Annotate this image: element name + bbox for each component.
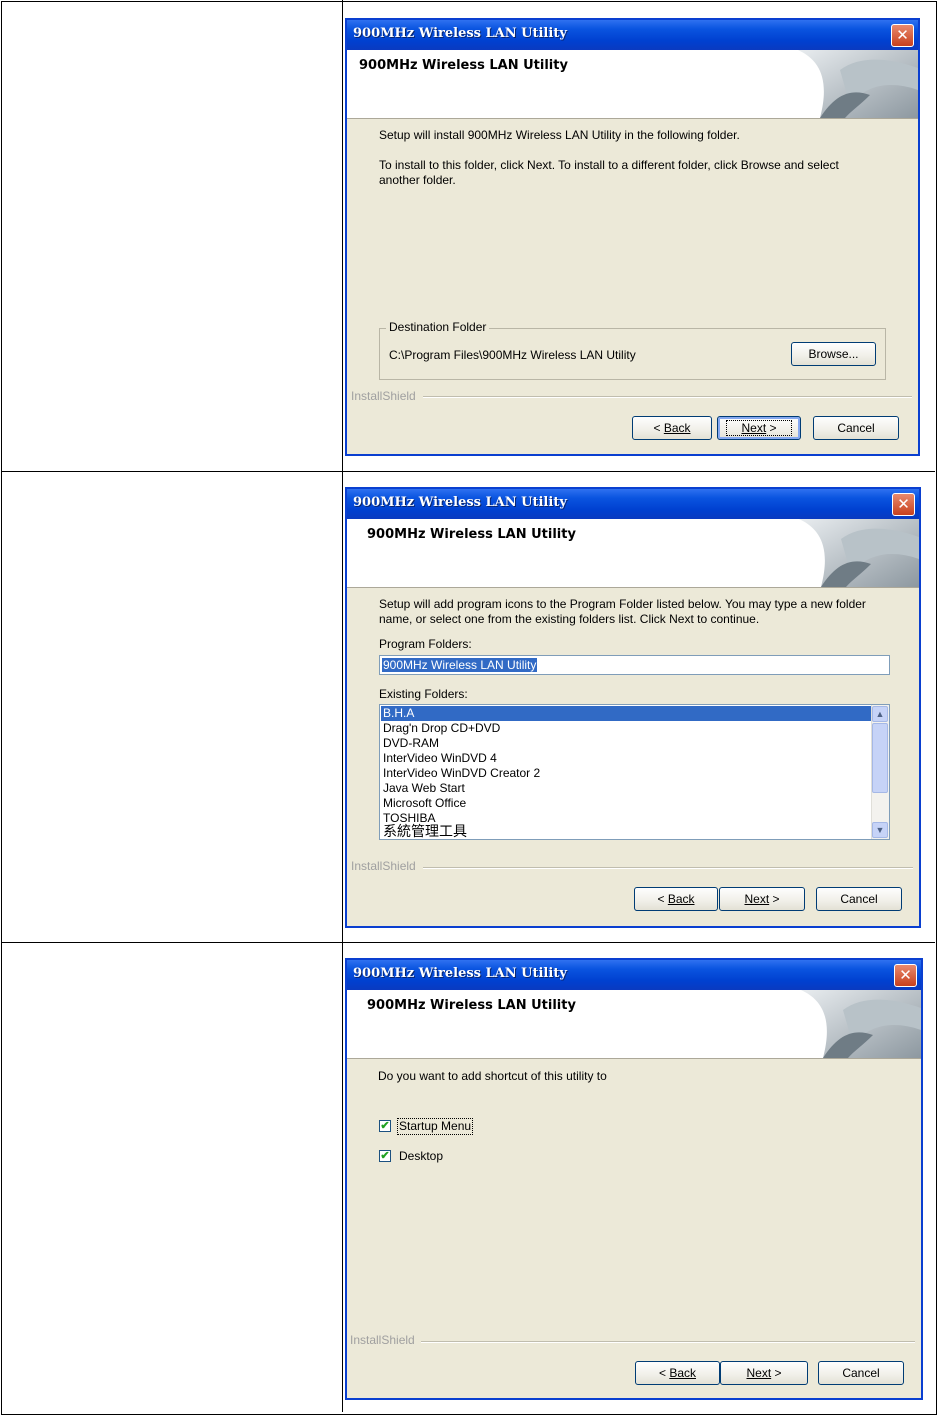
next-button[interactable]: Next > <box>720 1361 808 1385</box>
title-bar[interactable]: 900MHz Wireless LAN Utility ✕ <box>347 960 921 990</box>
intro-text: Setup will add program icons to the Prog… <box>379 597 866 626</box>
cancel-button[interactable]: Cancel <box>816 887 902 911</box>
installshield-logo-icon <box>799 519 919 587</box>
startup-menu-checkbox[interactable]: ✔ <box>379 1120 391 1132</box>
installshield-label: InstallShield <box>351 389 416 403</box>
installshield-label: InstallShield <box>351 859 416 873</box>
scrollbar[interactable]: ▲ ▼ <box>871 705 889 839</box>
separator-line <box>423 396 912 398</box>
close-icon: ✕ <box>897 495 910 513</box>
installshield-logo-icon <box>801 990 921 1058</box>
header-title: 900MHz Wireless LAN Utility <box>367 998 576 1013</box>
list-item[interactable]: DVD-RAM <box>383 736 439 751</box>
instruction-text: To install to this folder, click Next. T… <box>379 158 839 187</box>
window-title: 900MHz Wireless LAN Utility <box>353 495 567 510</box>
dialog-header: 900MHz Wireless LAN Utility <box>347 990 921 1059</box>
scroll-down-icon[interactable]: ▼ <box>872 822 888 838</box>
scroll-thumb[interactable] <box>872 723 888 793</box>
existing-folders-list[interactable]: B.H.A Drag'n Drop CD+DVD DVD-RAM InterVi… <box>379 704 890 840</box>
close-icon: ✕ <box>896 26 909 44</box>
list-item[interactable]: InterVideo WinDVD 4 <box>383 751 497 766</box>
program-folders-label: Program Folders: <box>379 637 472 651</box>
list-item[interactable]: B.H.A <box>381 706 871 721</box>
program-folder-dialog: 900MHz Wireless LAN Utility ✕ 900MHz Wir… <box>345 487 921 928</box>
close-icon: ✕ <box>899 966 912 984</box>
program-folder-input[interactable]: 900MHz Wireless LAN Utility <box>379 655 890 675</box>
desktop-label[interactable]: Desktop <box>399 1149 443 1164</box>
shortcut-dialog: 900MHz Wireless LAN Utility ✕ 900MHz Wir… <box>345 958 923 1400</box>
next-button[interactable]: Next > <box>717 416 801 440</box>
separator-line <box>423 867 913 869</box>
group-label: Destination Folder <box>386 320 490 334</box>
list-item[interactable]: Drag'n Drop CD+DVD <box>383 721 500 736</box>
back-button[interactable]: < Back <box>634 887 718 911</box>
checkmark-icon: ✔ <box>380 1120 390 1132</box>
dialog-header: 900MHz Wireless LAN Utility <box>347 519 919 588</box>
list-item[interactable]: 系統管理工具 <box>383 825 467 840</box>
scroll-up-icon[interactable]: ▲ <box>872 706 888 722</box>
installshield-logo-icon <box>798 50 918 118</box>
destination-folder-group: Destination Folder C:\Program Files\900M… <box>379 320 886 380</box>
window-title: 900MHz Wireless LAN Utility <box>353 966 567 981</box>
close-button[interactable]: ✕ <box>894 964 917 987</box>
startup-menu-label[interactable]: Startup Menu <box>396 1118 474 1135</box>
back-button[interactable]: < Back <box>635 1361 720 1385</box>
back-button[interactable]: < Back <box>632 416 712 440</box>
list-item[interactable]: Java Web Start <box>383 781 465 796</box>
install-folder-dialog: 900MHz Wireless LAN Utility ✕ 900MHz Wir… <box>345 18 920 456</box>
checkmark-icon: ✔ <box>380 1150 390 1162</box>
destination-path: C:\Program Files\900MHz Wireless LAN Uti… <box>389 348 636 362</box>
installshield-label: InstallShield <box>350 1333 415 1347</box>
list-item[interactable]: InterVideo WinDVD Creator 2 <box>383 766 540 781</box>
list-item[interactable]: Microsoft Office <box>383 796 466 811</box>
close-button[interactable]: ✕ <box>892 493 915 516</box>
title-bar[interactable]: 900MHz Wireless LAN Utility ✕ <box>347 20 918 50</box>
header-title: 900MHz Wireless LAN Utility <box>367 527 576 542</box>
row-divider <box>1 942 935 943</box>
window-title: 900MHz Wireless LAN Utility <box>353 26 567 41</box>
dialog-header: 900MHz Wireless LAN Utility <box>347 50 918 119</box>
intro-text: Setup will install 900MHz Wireless LAN U… <box>379 128 740 142</box>
title-bar[interactable]: 900MHz Wireless LAN Utility ✕ <box>347 489 919 519</box>
next-button[interactable]: Next > <box>719 887 805 911</box>
row-divider <box>1 471 935 472</box>
cancel-button[interactable]: Cancel <box>818 1361 904 1385</box>
browse-button[interactable]: Browse... <box>791 342 876 366</box>
desktop-checkbox[interactable]: ✔ <box>379 1150 391 1162</box>
cancel-button[interactable]: Cancel <box>813 416 899 440</box>
question-text: Do you want to add shortcut of this util… <box>378 1069 607 1083</box>
close-button[interactable]: ✕ <box>891 24 914 47</box>
separator-line <box>421 1341 915 1343</box>
header-title: 900MHz Wireless LAN Utility <box>359 58 568 73</box>
existing-folders-label: Existing Folders: <box>379 687 468 701</box>
column-divider <box>342 0 343 1412</box>
